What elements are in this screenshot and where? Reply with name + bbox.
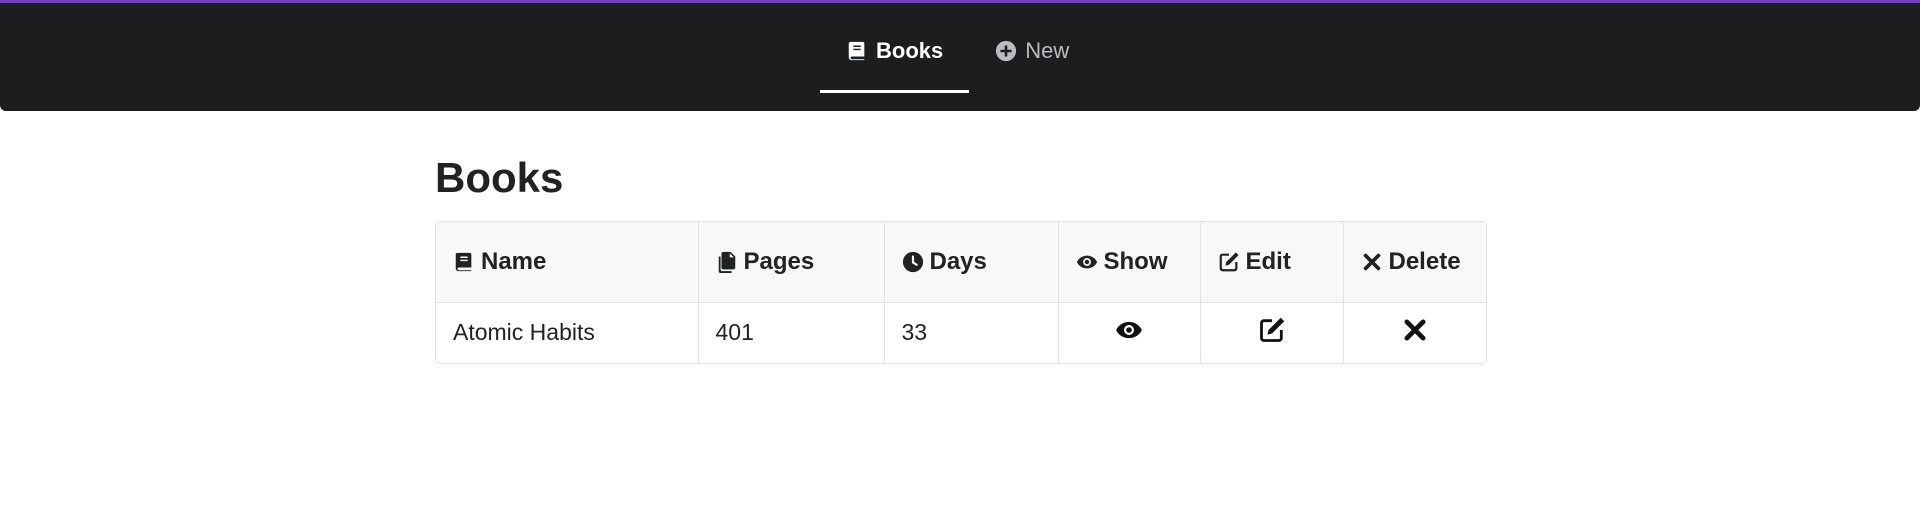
table-row: Atomic Habits 401 33 — [436, 302, 1486, 363]
column-header-delete[interactable]: Delete — [1343, 222, 1486, 302]
cell-delete — [1343, 302, 1486, 363]
page-title: Books — [435, 154, 564, 201]
column-header-days[interactable]: Days — [884, 222, 1059, 302]
column-header-label: Show — [1103, 247, 1168, 275]
eye-icon[interactable] — [1115, 316, 1143, 344]
book-icon — [846, 40, 868, 62]
nav-item-label: Books — [876, 38, 944, 63]
cell-show — [1058, 302, 1201, 363]
plus-circle-icon — [995, 40, 1017, 62]
cell-pages: 401 — [698, 302, 885, 363]
edit-icon — [1218, 251, 1240, 273]
table-header-row: Name Pages Days Show Edit Delete — [436, 222, 1486, 302]
main-content: Books Name Pages Days Show Edit Delete A… — [435, 111, 1487, 364]
times-icon — [1361, 251, 1383, 273]
nav-item-label: New — [1025, 38, 1070, 63]
edit-icon[interactable] — [1258, 316, 1286, 344]
books-table: Name Pages Days Show Edit Delete Atomic … — [435, 221, 1487, 364]
book-icon — [453, 251, 475, 273]
column-header-pages[interactable]: Pages — [698, 222, 885, 302]
nav-item-new[interactable]: New — [969, 9, 1095, 93]
eye-icon — [1076, 251, 1098, 273]
column-header-label: Delete — [1388, 247, 1461, 275]
column-header-edit[interactable]: Edit — [1200, 222, 1344, 302]
column-header-show[interactable]: Show — [1058, 222, 1201, 302]
cell-name: Atomic Habits — [436, 302, 699, 363]
times-icon[interactable] — [1401, 316, 1429, 344]
nav-item-books[interactable]: Books — [820, 9, 970, 93]
column-header-label: Edit — [1245, 247, 1291, 275]
column-header-name[interactable]: Name — [436, 222, 699, 302]
clock-icon — [902, 251, 924, 273]
cell-days: 33 — [884, 302, 1059, 363]
column-header-label: Pages — [743, 247, 815, 275]
cell-edit — [1200, 302, 1344, 363]
copy-icon — [716, 251, 738, 273]
column-header-label: Name — [481, 247, 547, 275]
column-header-label: Days — [929, 247, 987, 275]
top-navbar: Books New — [0, 0, 1920, 111]
nav-tabs: Books New — [820, 3, 1095, 111]
